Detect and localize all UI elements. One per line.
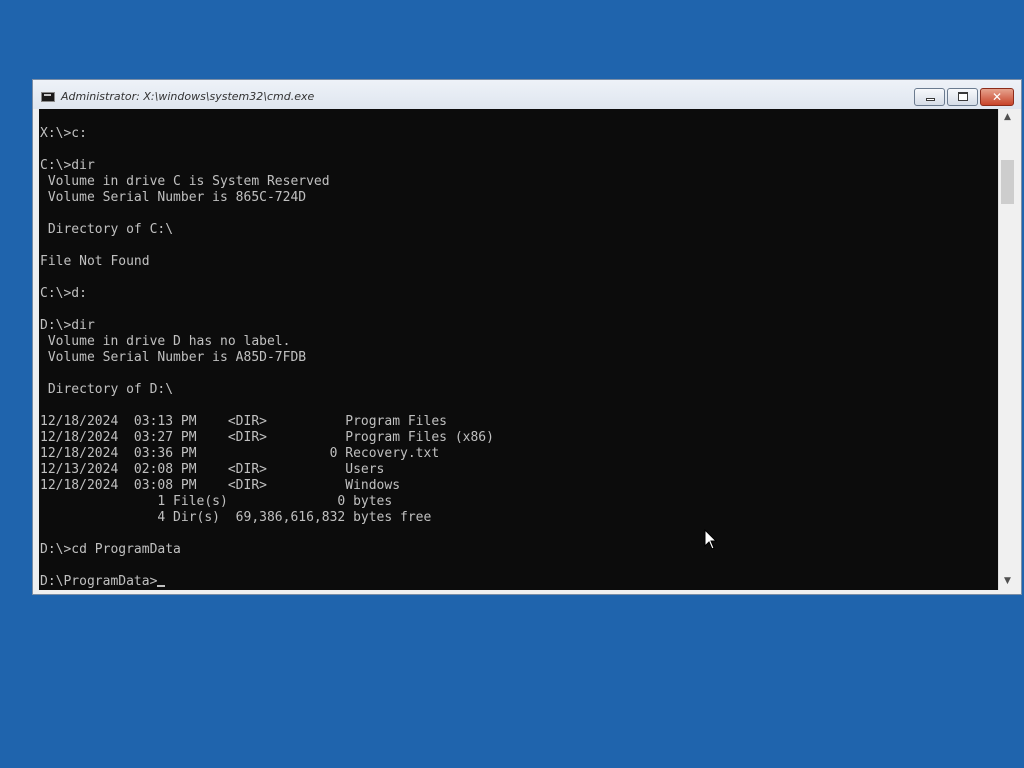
- cmd-icon-glyph: [44, 94, 51, 96]
- console-line: X:\>c:: [40, 126, 87, 141]
- scroll-down-arrow-icon[interactable]: ▼: [999, 573, 1016, 590]
- console-line: D:\>dir: [40, 318, 95, 333]
- console-line: Volume Serial Number is A85D-7FDB: [40, 350, 307, 365]
- cmd-icon[interactable]: [41, 92, 55, 102]
- console-output[interactable]: X:\>c: C:\>dir Volume in drive C is Syste…: [39, 109, 998, 590]
- console-line: File Not Found: [40, 254, 150, 269]
- console-line: C:\>d:: [40, 286, 87, 301]
- vertical-scrollbar[interactable]: ▲ ▼: [998, 109, 1016, 590]
- close-button[interactable]: ✕: [980, 88, 1014, 106]
- console-line: 4 Dir(s) 69,386,616,832 bytes free: [40, 510, 432, 525]
- title-bar[interactable]: Administrator: X:\windows\system32\cmd.e…: [33, 80, 1021, 109]
- close-icon: ✕: [991, 90, 1003, 104]
- console-line: 12/18/2024 03:13 PM <DIR> Program Files: [40, 414, 447, 429]
- maximize-icon: [958, 92, 968, 101]
- console-line: C:\>dir: [40, 158, 95, 173]
- console-line: Directory of C:\: [40, 222, 174, 237]
- window-title: Administrator: X:\windows\system32\cmd.e…: [61, 90, 315, 103]
- console-line: Directory of D:\: [40, 382, 174, 397]
- prompt-text: D:\ProgramData>: [40, 574, 158, 589]
- console-line: D:\>cd ProgramData: [40, 542, 181, 557]
- console-line: 12/18/2024 03:27 PM <DIR> Program Files …: [40, 430, 494, 445]
- desktop: { "window": { "title": "Administrator: X…: [0, 0, 1024, 768]
- minimize-button[interactable]: [914, 88, 945, 106]
- scroll-up-arrow-icon[interactable]: ▲: [999, 109, 1016, 126]
- cmd-window[interactable]: Administrator: X:\windows\system32\cmd.e…: [32, 79, 1022, 595]
- console-line: 1 File(s) 0 bytes: [40, 494, 393, 509]
- console-line: Volume in drive C is System Reserved: [40, 174, 330, 189]
- console-lines: X:\>c: C:\>dir Volume in drive C is Syste…: [40, 126, 494, 590]
- console-line: 12/13/2024 02:08 PM <DIR> Users: [40, 462, 385, 477]
- text-cursor: [157, 585, 166, 587]
- console-line: 12/18/2024 03:36 PM 0 Recovery.txt: [40, 446, 440, 461]
- minimize-icon: [926, 98, 935, 101]
- mouse-pointer-icon: [704, 529, 718, 550]
- maximize-button[interactable]: [947, 88, 978, 106]
- prompt-line[interactable]: D:\ProgramData>: [40, 574, 494, 590]
- scroll-thumb[interactable]: [1001, 160, 1014, 204]
- console-line: Volume in drive D has no label.: [40, 334, 291, 349]
- console-line: 12/18/2024 03:08 PM <DIR> Windows: [40, 478, 401, 493]
- console-line: Volume Serial Number is 865C-724D: [40, 190, 307, 205]
